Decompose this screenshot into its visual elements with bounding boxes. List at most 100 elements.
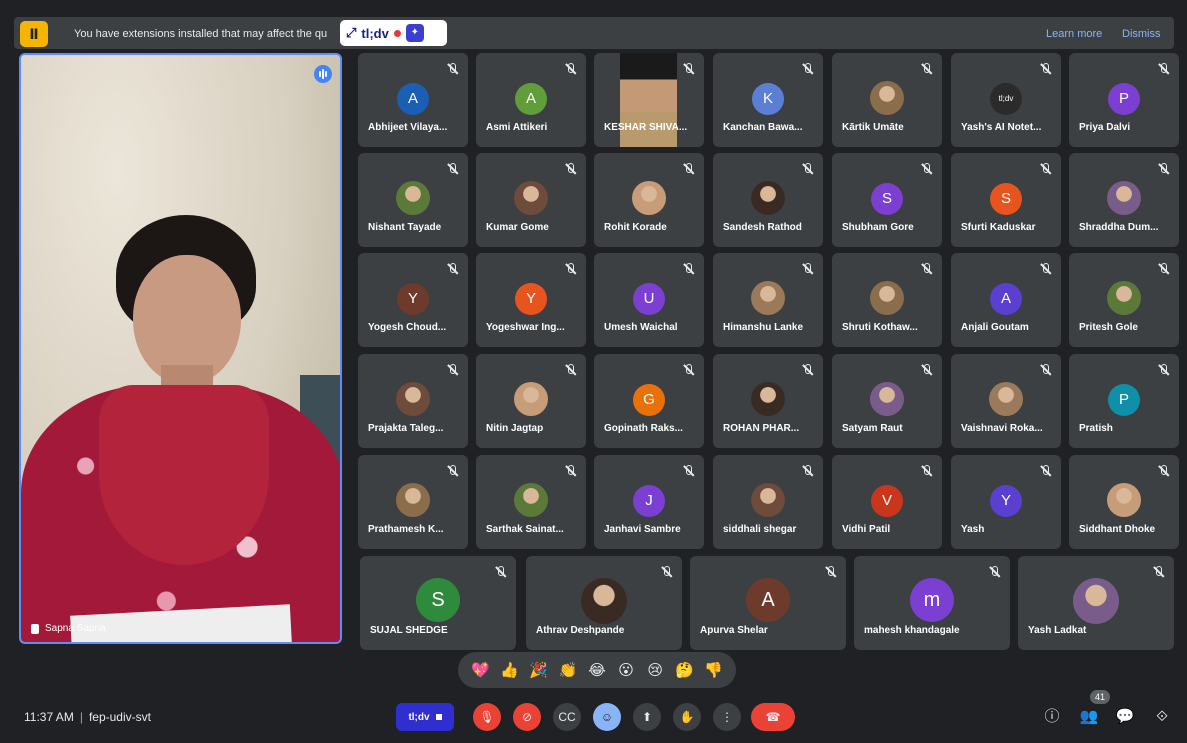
tldv-record-button[interactable]: tl;dv (396, 703, 454, 731)
participant-tile[interactable]: tl;dv Yash's AI Notet... (951, 53, 1061, 147)
more-options-button[interactable]: ⋮ (713, 703, 741, 731)
captions-button[interactable]: CC (553, 703, 581, 731)
participant-tile[interactable]: Shruti Kothaw... (832, 253, 942, 347)
reaction-emoji[interactable]: 😢 (644, 661, 666, 679)
participant-tile[interactable]: A Abhijeet Vilaya... (358, 53, 468, 147)
participant-tile[interactable]: Vaishnavi Roka... (951, 354, 1061, 448)
speaker-name: Sapna Sapna (31, 623, 106, 634)
extension-icon[interactable]: Ⅱ (20, 21, 48, 47)
participant-tile[interactable]: Shraddha Dum... (1069, 153, 1179, 247)
avatar-photo (751, 382, 785, 416)
participant-tile[interactable]: KESHAR SHIVA... (594, 53, 704, 147)
reaction-emoji[interactable]: 👏 (557, 661, 579, 679)
learn-more-link[interactable]: Learn more (1046, 28, 1102, 40)
participant-tile[interactable]: A Asmi Attikeri (476, 53, 586, 147)
reactions-button[interactable]: ☺ (593, 703, 621, 731)
current-time: 11:37 AM (24, 710, 74, 724)
reaction-emoji[interactable]: 👎 (702, 661, 724, 679)
participant-name: Sarthak Sainat... (486, 524, 564, 535)
participant-tile[interactable]: siddhali shegar (713, 455, 823, 549)
avatar: G (633, 384, 665, 416)
mic-muted-icon (1039, 63, 1051, 75)
participant-tile[interactable]: A Apurva Shelar (690, 556, 846, 650)
participant-tile[interactable]: Sandesh Rathod (713, 153, 823, 247)
participant-tile[interactable]: Athrav Deshpande (526, 556, 682, 650)
avatar: Y (515, 283, 547, 315)
participant-tile[interactable]: Kumar Gome (476, 153, 586, 247)
mic-muted-icon (682, 465, 694, 477)
avatar-photo (396, 181, 430, 215)
mic-muted-icon (446, 465, 458, 477)
participant-name: Yash (961, 524, 985, 535)
participant-tile[interactable]: Rohit Korade (594, 153, 704, 247)
participant-name: Nishant Tayade (368, 222, 442, 233)
active-speaker-tile[interactable]: Sapna Sapna (19, 53, 342, 644)
dismiss-button[interactable]: Dismiss (1122, 28, 1161, 40)
present-icon: ⬆ (641, 710, 653, 724)
participant-tile[interactable]: Yash Ladkat (1018, 556, 1174, 650)
chat-button[interactable]: 💬 (1114, 706, 1136, 728)
participant-tile[interactable]: G Gopinath Raks... (594, 354, 704, 448)
participant-tile[interactable]: Pritesh Gole (1069, 253, 1179, 347)
people-button[interactable]: 👥 (1078, 706, 1100, 728)
mic-muted-icon (1039, 263, 1051, 275)
participant-name: Kanchan Bawa... (723, 122, 803, 133)
camera-off-button[interactable]: ⊘ (513, 703, 541, 731)
reaction-emoji[interactable]: 🤔 (673, 661, 695, 679)
avatar-photo (751, 483, 785, 517)
avatar-photo (1107, 181, 1141, 215)
participant-tile[interactable]: Nishant Tayade (358, 153, 468, 247)
participant-tile[interactable]: A Anjali Goutam (951, 253, 1061, 347)
avatar: A (515, 83, 547, 115)
mic-off-button[interactable]: 🎙 (473, 703, 501, 731)
participant-tile[interactable]: S Sfurti Kaduskar (951, 153, 1061, 247)
reaction-emoji[interactable]: 👍 (499, 661, 521, 679)
participant-tile[interactable]: Y Yogesh Choud... (358, 253, 468, 347)
participant-tile[interactable]: Y Yogeshwar Ing... (476, 253, 586, 347)
mic-muted-icon (920, 63, 932, 75)
participant-tile[interactable]: K Kanchan Bawa... (713, 53, 823, 147)
participant-tile[interactable]: Himanshu Lanke (713, 253, 823, 347)
mic-muted-icon (1157, 63, 1169, 75)
reaction-emoji[interactable]: 😂 (586, 661, 608, 679)
participant-tile[interactable]: Siddhant Dhoke (1069, 455, 1179, 549)
participant-tile[interactable]: U Umesh Waichal (594, 253, 704, 347)
participant-tile[interactable]: Y Yash (951, 455, 1061, 549)
activities-button[interactable]: ⟐ (1151, 706, 1173, 728)
meeting-info: 11:37 AM | fep-udiv-svt (24, 710, 151, 724)
mic-muted-icon (564, 163, 576, 175)
mic-muted-icon (824, 566, 836, 578)
info-icon: ⓘ (1044, 708, 1060, 725)
reaction-emoji[interactable]: 🎉 (528, 661, 550, 679)
participant-tile[interactable]: S SUJAL SHEDGE (360, 556, 516, 650)
participant-tile[interactable]: J Janhavi Sambre (594, 455, 704, 549)
reaction-emoji[interactable]: 😮 (615, 661, 637, 679)
participant-name: Shraddha Dum... (1079, 222, 1159, 233)
participant-name: Himanshu Lanke (723, 322, 804, 333)
reaction-emoji[interactable]: 💖 (470, 661, 492, 679)
present-button[interactable]: ⬆ (633, 703, 661, 731)
participant-tile[interactable]: Prajakta Taleg... (358, 354, 468, 448)
meeting-details-button[interactable]: ⓘ (1041, 706, 1063, 728)
tldv-recording-chip[interactable]: ⤢ tl;dv ✦ (340, 20, 447, 46)
participant-tile[interactable]: Satyam Raut (832, 354, 942, 448)
leave-call-button[interactable]: ☎ (751, 703, 795, 731)
raise-hand-button[interactable]: ✋ (673, 703, 701, 731)
participant-tile[interactable]: Kārtik Umāte (832, 53, 942, 147)
participant-tile[interactable]: V Vidhi Patil (832, 455, 942, 549)
participant-tile[interactable]: Nitin Jagtap (476, 354, 586, 448)
participant-tile[interactable]: Sarthak Sainat... (476, 455, 586, 549)
participant-tile[interactable]: ROHAN PHAR... (713, 354, 823, 448)
participant-name: Yogesh Choud... (368, 322, 447, 333)
participant-tile[interactable]: Prathamesh K... (358, 455, 468, 549)
mic-muted-icon (801, 263, 813, 275)
speaker-video-scarf (99, 385, 269, 565)
participant-tile[interactable]: P Priya Dalvi (1069, 53, 1179, 147)
emoji-icon: ☺ (600, 710, 614, 724)
participant-name: Gopinath Raks... (604, 423, 683, 434)
hand-icon: ✋ (679, 710, 695, 724)
participant-tile[interactable]: m mahesh khandagale (854, 556, 1010, 650)
participant-tile[interactable]: P Pratish (1069, 354, 1179, 448)
participant-tile[interactable]: S Shubham Gore (832, 153, 942, 247)
mic-muted-icon (494, 566, 506, 578)
